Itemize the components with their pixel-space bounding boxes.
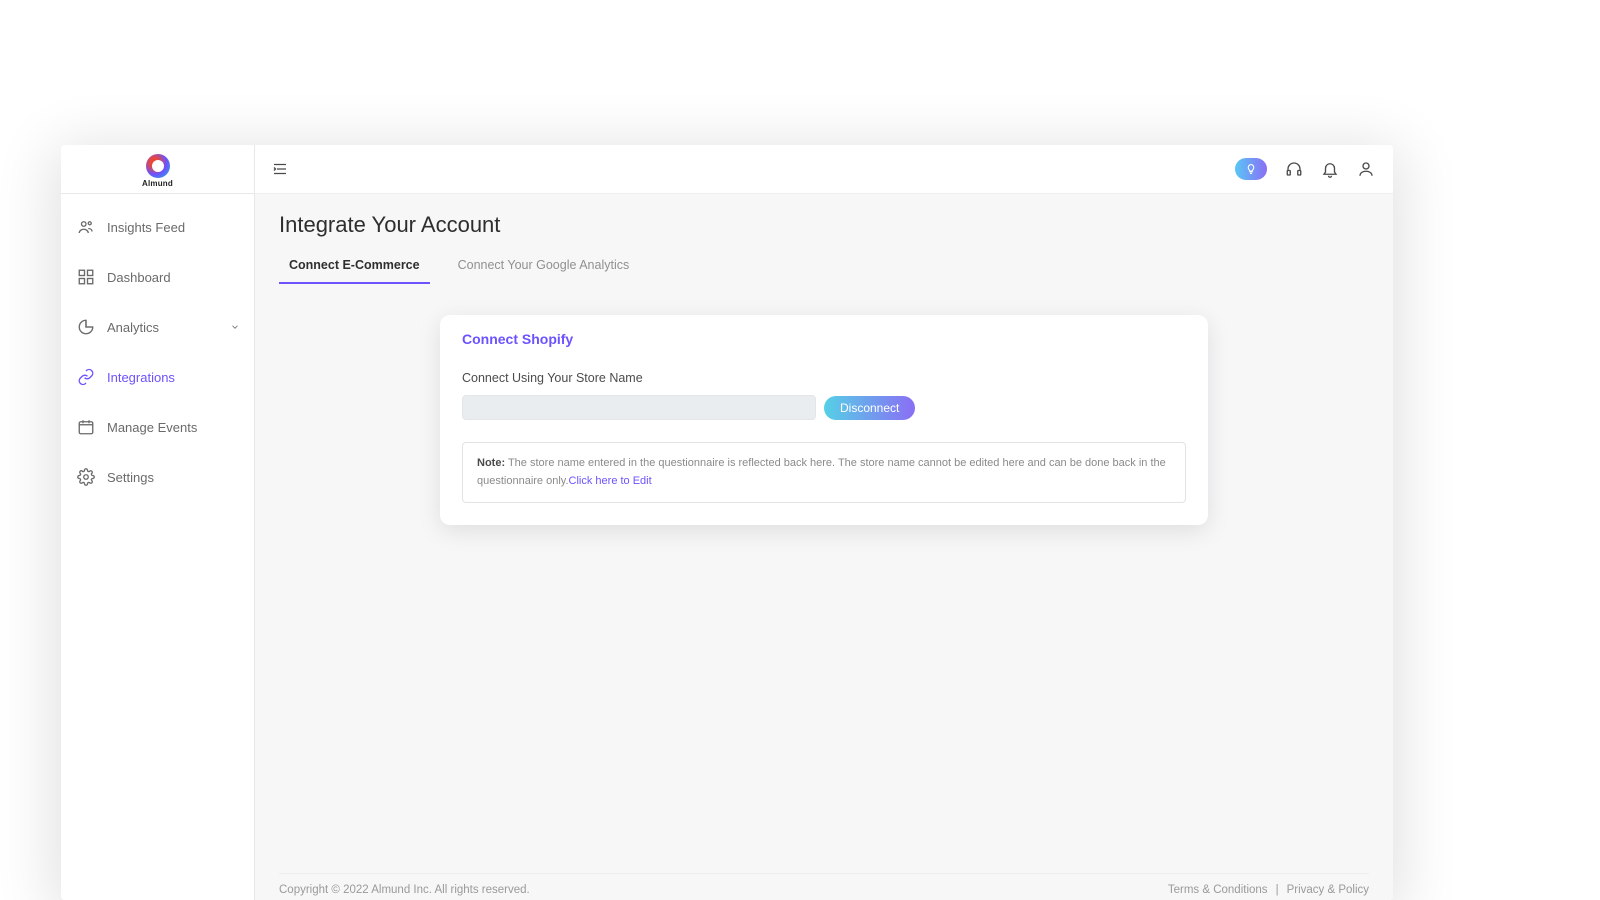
footer-privacy-link[interactable]: Privacy & Policy (1287, 884, 1369, 896)
app-window: Almund Insights Feed Dashboard (61, 145, 1393, 900)
brand-logo-icon (146, 154, 170, 178)
disconnect-button[interactable]: Disconnect (824, 396, 915, 420)
note-label: Note: (477, 457, 505, 469)
sidebar-item-integrations[interactable]: Integrations (61, 352, 254, 402)
sidebar-nav: Insights Feed Dashboard Analytics (61, 194, 254, 510)
footer: Copyright © 2022 Almund Inc. All rights … (279, 873, 1369, 896)
sidebar-item-insights-feed[interactable]: Insights Feed (61, 202, 254, 252)
note-box: Note: The store name entered in the ques… (462, 442, 1186, 503)
main-area: Integrate Your Account Connect E-Commerc… (255, 145, 1393, 900)
tab-label: Connect E-Commerce (289, 258, 420, 272)
store-name-row: Disconnect (462, 395, 1186, 420)
gear-icon (77, 468, 95, 486)
brand-name: Almund (142, 179, 173, 188)
card-title: Connect Shopify (462, 331, 1186, 347)
canvas: Almund Insights Feed Dashboard (0, 0, 1600, 900)
tab-connect-google-analytics[interactable]: Connect Your Google Analytics (448, 252, 640, 284)
content: Integrate Your Account Connect E-Commerc… (255, 194, 1393, 900)
menu-toggle-icon[interactable] (271, 160, 289, 178)
store-name-label: Connect Using Your Store Name (462, 371, 1186, 385)
bell-icon[interactable] (1321, 160, 1339, 178)
sidebar-item-label: Analytics (107, 320, 159, 335)
sidebar-item-settings[interactable]: Settings (61, 452, 254, 502)
users-icon (77, 218, 95, 236)
sidebar-item-label: Dashboard (107, 270, 171, 285)
chevron-down-icon (230, 322, 240, 332)
brand-block: Almund (61, 145, 254, 194)
link-icon (77, 368, 95, 386)
sidebar: Almund Insights Feed Dashboard (61, 145, 255, 900)
hint-bulb-button[interactable] (1235, 158, 1267, 180)
grid-icon (77, 268, 95, 286)
sidebar-item-label: Insights Feed (107, 220, 185, 235)
sidebar-item-analytics[interactable]: Analytics (61, 302, 254, 352)
footer-terms-link[interactable]: Terms & Conditions (1168, 884, 1268, 896)
tabs: Connect E-Commerce Connect Your Google A… (279, 252, 1369, 285)
footer-divider: | (1276, 884, 1279, 896)
store-name-input[interactable] (462, 395, 816, 420)
tab-label: Connect Your Google Analytics (458, 258, 630, 272)
sidebar-item-label: Integrations (107, 370, 175, 385)
topbar (255, 145, 1393, 194)
sidebar-item-dashboard[interactable]: Dashboard (61, 252, 254, 302)
headphones-icon[interactable] (1285, 160, 1303, 178)
sidebar-item-label: Manage Events (107, 420, 197, 435)
sidebar-item-manage-events[interactable]: Manage Events (61, 402, 254, 452)
sidebar-item-label: Settings (107, 470, 154, 485)
footer-copyright: Copyright © 2022 Almund Inc. All rights … (279, 884, 530, 896)
connect-shopify-card: Connect Shopify Connect Using Your Store… (440, 315, 1208, 525)
edit-link[interactable]: Click here to Edit (569, 475, 652, 487)
calendar-icon (77, 418, 95, 436)
tab-connect-ecommerce[interactable]: Connect E-Commerce (279, 252, 430, 284)
user-icon[interactable] (1357, 160, 1375, 178)
page-title: Integrate Your Account (279, 212, 1369, 238)
topbar-actions (1235, 158, 1375, 180)
pie-chart-icon (77, 318, 95, 336)
